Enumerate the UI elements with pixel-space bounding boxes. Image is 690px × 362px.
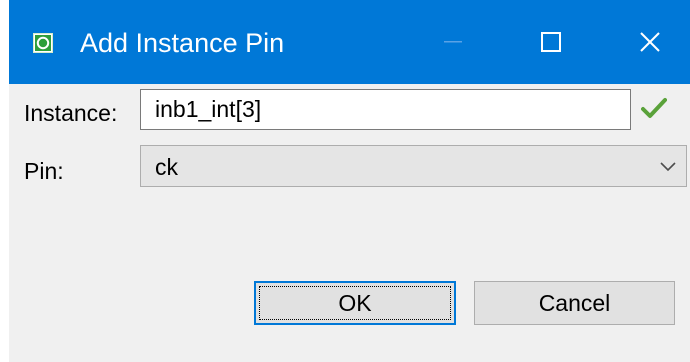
pin-label: Pin:	[24, 158, 64, 184]
chevron-down-icon	[660, 162, 676, 172]
checkmark-icon	[641, 98, 667, 118]
maximize-button[interactable]	[515, 20, 587, 64]
title-bar[interactable]: Add Instance Pin	[9, 0, 690, 84]
add-instance-pin-dialog: Add Instance Pin Instance: Pin: ck	[9, 0, 690, 362]
cancel-button[interactable]: Cancel	[474, 281, 675, 325]
instance-input[interactable]	[140, 89, 631, 130]
ok-button[interactable]: OK	[254, 281, 456, 325]
app-icon	[33, 33, 53, 53]
focus-rectangle	[259, 286, 451, 320]
instance-label: Instance:	[24, 100, 118, 126]
cancel-button-label: Cancel	[538, 289, 611, 316]
pin-select[interactable]: ck	[140, 145, 687, 187]
maximize-icon	[541, 32, 561, 52]
minimize-icon	[444, 41, 462, 43]
close-button[interactable]	[614, 20, 686, 64]
window-title: Add Instance Pin	[80, 28, 285, 58]
minimize-button[interactable]	[417, 20, 489, 64]
close-icon	[640, 32, 660, 52]
pin-select-value: ck	[155, 154, 178, 180]
